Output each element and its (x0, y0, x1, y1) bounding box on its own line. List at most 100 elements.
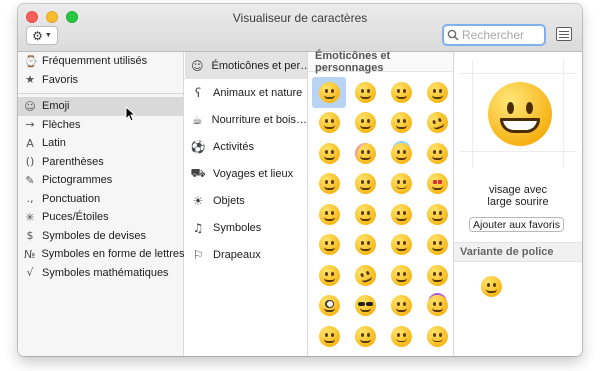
emoji-cell-star-struck[interactable] (384, 291, 418, 322)
unamused-face-icon (354, 325, 376, 347)
sidebar-item-1[interactable]: ★ Favoris (18, 71, 183, 90)
monocle-face-icon (426, 264, 448, 286)
bullet-star-icon: ✳ (25, 210, 35, 224)
emoji-cell-cool[interactable] (348, 291, 382, 322)
emoji-cell-wink[interactable] (348, 169, 382, 200)
sidebar-item-label: Pictogrammes (42, 174, 113, 187)
category-item-2[interactable]: ☕ Nourriture et bois… (185, 106, 307, 133)
category-item-5[interactable]: ☀ Objets (185, 187, 307, 214)
emoji-cell-tongue[interactable] (384, 230, 418, 261)
emoji-cell-blush[interactable] (348, 138, 382, 169)
emoji-cell-kissing-smiling[interactable] (420, 199, 454, 230)
emoji-cell-joy[interactable] (384, 108, 418, 139)
sidebar-item-11[interactable]: √ Symboles mathématiques (18, 264, 183, 283)
emoji-cell-kissing[interactable] (384, 199, 418, 230)
category-item-4[interactable]: ⛟ Voyages et lieux (185, 160, 307, 187)
emoji-cell-raised-brow[interactable] (384, 260, 418, 291)
emoji-cell-monocle[interactable] (420, 260, 454, 291)
lightbulb-icon: ☀ (192, 193, 204, 208)
yum-face-icon (354, 234, 376, 256)
winking-tongue-face-icon (318, 264, 340, 286)
category-item-1[interactable]: ʕ Animaux et nature (185, 79, 307, 106)
sidebar-item-4[interactable]: A Latin (18, 134, 183, 153)
rofl-face-icon (423, 109, 451, 137)
emoji-cell-relaxed[interactable] (312, 138, 346, 169)
emoji-cell-relieved[interactable] (384, 169, 418, 200)
emoji-cell-unamused[interactable] (348, 321, 382, 352)
emoji-cell-slight-smile[interactable] (420, 138, 454, 169)
sidebar-item-8[interactable]: ✳ Puces/Étoiles (18, 208, 183, 227)
ball-icon: ⚽ (190, 139, 206, 154)
category-item-label: Émoticônes et per… (211, 59, 307, 72)
kissing-face-icon (390, 203, 412, 225)
square-root-icon: √ (26, 266, 34, 280)
search-field[interactable] (442, 24, 546, 46)
sidebar-item-3[interactable]: → Flèches (18, 116, 183, 135)
category-item-label: Voyages et lieux (213, 167, 294, 180)
emoji-cell-heart-eyes[interactable] (420, 169, 454, 200)
character-viewer-window: Visualiseur de caractères ⚙▼ ⌚ Fréquemmen… (18, 4, 582, 356)
grinning-face-variant-icon (481, 276, 502, 297)
sidebar-item-label: Emoji (42, 100, 70, 113)
sidebar-item-label: Flèches (42, 118, 81, 131)
emoji-cell-disappointed[interactable] (384, 321, 418, 352)
category-item-label: Activités (213, 140, 254, 153)
category-item-6[interactable]: ♫ Symboles (185, 214, 307, 241)
nerd-face-icon (318, 295, 340, 317)
zany-face-icon (351, 261, 379, 289)
character-name: visage avec large sourire (454, 184, 582, 208)
raised-brow-face-icon (390, 264, 412, 286)
sidebar-item-2[interactable]: ☺ Emoji (18, 97, 183, 116)
font-variant-option[interactable] (481, 276, 502, 297)
emoji-cell-nerd[interactable] (312, 291, 346, 322)
emoji-cell-smiling-hearts[interactable] (312, 199, 346, 230)
sidebar-item-5[interactable]: () Parenthèses (18, 153, 183, 172)
emoji-cell-rofl[interactable] (420, 108, 454, 139)
emoji-cell-kissing-heart[interactable] (348, 199, 382, 230)
sidebar-item-label: Symboles de devises (42, 229, 146, 242)
squint-tongue-face-icon (426, 234, 448, 256)
emoji-cell-halo[interactable] (384, 138, 418, 169)
sidebar-item-0[interactable]: ⌚ Fréquemment utilisés (18, 52, 183, 71)
grin-face-icon (426, 81, 448, 103)
sidebar-item-label: Favoris (42, 73, 79, 86)
category-item-0[interactable]: ☺ Émoticônes et per… (185, 52, 307, 79)
emoji-grid (308, 72, 453, 352)
sidebar-item-10[interactable]: № Symboles en forme de lettres (18, 245, 185, 264)
emoji-cell-party[interactable] (420, 291, 454, 322)
toggle-panel-button[interactable] (556, 27, 572, 41)
sidebar-item-9[interactable]: $ Symboles de devises (18, 227, 183, 246)
laughing-face-icon (318, 112, 340, 134)
add-to-favorites-button[interactable]: Ajouter aux favoris (469, 217, 564, 232)
emoji-cell-laughing[interactable] (312, 108, 346, 139)
category-item-3[interactable]: ⚽ Activités (185, 133, 307, 160)
action-menu-button[interactable]: ⚙ ▼ (26, 26, 58, 45)
kissing-closed-face-icon (318, 234, 340, 256)
emoji-cell-smiley[interactable] (348, 77, 382, 108)
emoji-cell-sweat-smile[interactable] (348, 108, 382, 139)
upside-down-face-icon (318, 173, 340, 195)
star-struck-face-icon (390, 295, 412, 317)
numero-icon: № (24, 247, 36, 261)
emoji-cell-squint-tongue[interactable] (420, 230, 454, 261)
emoji-cell-kissing-closed[interactable] (312, 230, 346, 261)
emoji-cell-smile[interactable] (384, 77, 418, 108)
halo-face-icon (390, 142, 412, 164)
titlebar: Visualiseur de caractères ⚙ ▼ (18, 4, 582, 52)
emoji-cell-pensive[interactable] (420, 321, 454, 352)
emoji-cell-zany[interactable] (348, 260, 382, 291)
relieved-face-icon (390, 173, 412, 195)
star-icon: ★ (25, 73, 35, 87)
emoji-cell-winking-tongue[interactable] (312, 260, 346, 291)
sidebar-item-7[interactable]: ., Ponctuation (18, 190, 183, 209)
search-input[interactable] (462, 28, 542, 42)
sidebar-item-6[interactable]: ✎ Pictogrammes (18, 171, 183, 190)
sidebar-item-label: Puces/Étoiles (42, 211, 109, 224)
emoji-cell-upside-down[interactable] (312, 169, 346, 200)
emoji-cell-smirk[interactable] (312, 321, 346, 352)
disappointed-face-icon (390, 325, 412, 347)
emoji-cell-grinning[interactable] (312, 77, 346, 108)
category-item-7[interactable]: ⚐ Drapeaux (185, 241, 307, 268)
emoji-cell-yum[interactable] (348, 230, 382, 261)
emoji-cell-grin[interactable] (420, 77, 454, 108)
